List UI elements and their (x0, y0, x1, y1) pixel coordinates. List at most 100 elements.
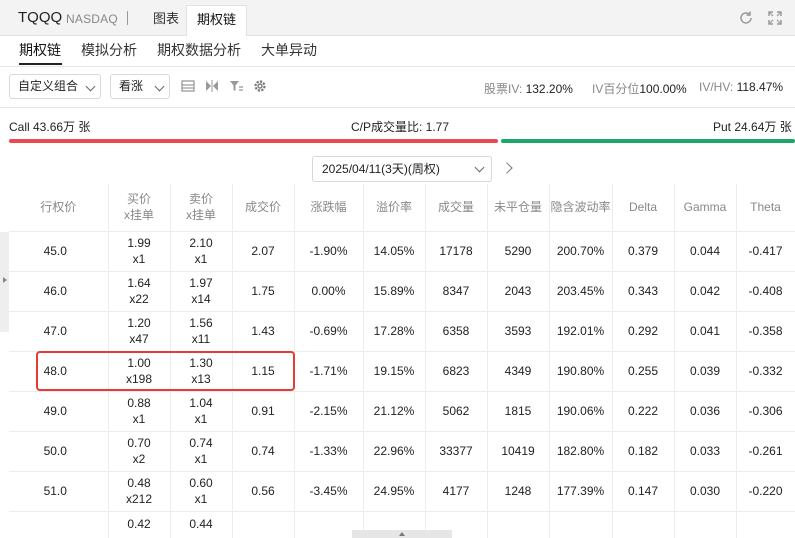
column-header-implied-volatility[interactable]: 隐含波动率 (549, 184, 613, 232)
row-highlight-box (36, 351, 295, 391)
bid-price: 0.70 (127, 436, 151, 450)
chevron-right-icon[interactable] (501, 162, 513, 174)
gamma-cell: 0.033 (674, 431, 737, 472)
direction-dropdown-label: 看涨 (119, 79, 144, 93)
strike-cell: 51.0 (9, 471, 109, 512)
volume-cell: 8347 (425, 271, 488, 312)
subtab-option-data-analysis[interactable]: 期权数据分析 (157, 40, 241, 60)
subtab-simulation[interactable]: 模拟分析 (81, 40, 137, 60)
last-cell: 1.75 (232, 271, 295, 312)
combo-dropdown[interactable]: 自定义组合 (9, 74, 101, 99)
premium-cell: 17.28% (363, 311, 426, 352)
volume-cell: 33377 (425, 431, 488, 472)
ask-size: x11 (191, 332, 211, 346)
oi-cell: 3593 (487, 311, 550, 352)
column-header-strike[interactable]: 行权价 (9, 184, 109, 232)
bid-cell: 0.70 x2 (108, 431, 171, 472)
ask-price: 1.56 (189, 316, 213, 330)
filter-icon[interactable] (228, 78, 244, 94)
table-row[interactable]: 45.0 1.99 x1 2.10 x1 2.07 -1.90% 14.05% 17178 529… (9, 231, 795, 272)
column-header-open-interest[interactable]: 未平仓量 (487, 184, 550, 232)
strike-cell: 50.0 (9, 431, 109, 472)
partial-cell (549, 511, 613, 538)
subtab-divider (0, 66, 795, 67)
ask-size: x1 (194, 452, 208, 466)
bid-size: x47 (129, 332, 149, 346)
strike-cell: 46.0 (9, 271, 109, 312)
last-cell: 0.74 (232, 431, 295, 472)
column-header-bid[interactable]: 买价 x挂单 (108, 184, 171, 232)
iv-percentile-value: 100.00% (639, 82, 687, 96)
column-header-ask[interactable]: 卖价 x挂单 (170, 184, 233, 232)
table-row[interactable]: 47.0 1.20 x47 1.56 x11 1.43 -0.69% 17.28% 6358 35… (9, 311, 795, 352)
ask-cell: 0.60 x1 (170, 471, 233, 512)
bid-price: 1.20 (127, 316, 151, 330)
ask-size: x1 (194, 412, 208, 426)
expiry-date-select[interactable]: 2025/04/11(3天)(周权) (312, 156, 492, 182)
delta-cell: 0.222 (612, 391, 675, 432)
bid-cell: 1.99 x1 (108, 231, 171, 272)
column-header-volume[interactable]: 成交量 (425, 184, 488, 232)
ask-price: 0.60 (189, 476, 213, 490)
ask-cell: 2.10 x1 (170, 231, 233, 272)
strike-cell: 47.0 (9, 311, 109, 352)
column-header-delta[interactable]: Delta (612, 184, 675, 232)
table-row[interactable]: 49.0 0.88 x1 1.04 x1 0.91 -2.15% 21.12% 5062 1815… (9, 391, 795, 432)
refresh-icon[interactable] (737, 9, 755, 27)
ask-price: 1.97 (189, 276, 213, 290)
change-cell: -1.90% (294, 231, 364, 272)
premium-cell: 19.15% (363, 351, 426, 392)
ask-price: 1.04 (189, 396, 213, 410)
column-header-premium[interactable]: 溢价率 (363, 184, 426, 232)
bid-size: x1 (132, 412, 146, 426)
tab-chart[interactable]: 图表 (143, 5, 189, 36)
direction-dropdown[interactable]: 看涨 (110, 74, 170, 99)
premium-cell: 24.95% (363, 471, 426, 512)
oi-cell: 2043 (487, 271, 550, 312)
partial-cell (9, 511, 109, 538)
change-cell: -1.33% (294, 431, 364, 472)
tab-option-chain[interactable]: 期权链 (186, 5, 248, 36)
change-cell: 0.00% (294, 271, 364, 312)
ask-cell: 1.04 x1 (170, 391, 233, 432)
subtab-block-trades[interactable]: 大单异动 (261, 40, 317, 60)
volume-cell: 4177 (425, 471, 488, 512)
oi-cell: 10419 (487, 431, 550, 472)
gamma-cell: 0.044 (674, 231, 737, 272)
column-header-last[interactable]: 成交价 (232, 184, 295, 232)
table-view-icon[interactable] (180, 78, 196, 94)
column-header-theta[interactable]: Theta (736, 184, 795, 232)
theta-cell: -0.358 (736, 311, 795, 352)
last-cell: 0.91 (232, 391, 295, 432)
column-header-gamma[interactable]: Gamma (674, 184, 737, 232)
partial-cell (736, 511, 795, 538)
column-header-change[interactable]: 涨跌幅 (294, 184, 364, 232)
table-row[interactable]: 51.0 0.48 x212 0.60 x1 0.56 -3.45% 24.95% 4177 12… (9, 471, 795, 512)
iv-hv-value: 118.47% (736, 80, 784, 94)
split-view-icon[interactable] (204, 78, 220, 94)
top-bar: TQQQ NASDAQ 图表 期权链 (0, 0, 795, 36)
title-separator (127, 11, 128, 25)
bid-cell: 0.48 x212 (108, 471, 171, 512)
expand-icon[interactable] (766, 9, 784, 27)
change-cell: -3.45% (294, 471, 364, 512)
subtab-option-chain[interactable]: 期权链 (19, 40, 61, 60)
iv-cell: 177.39% (549, 471, 613, 512)
gamma-cell: 0.041 (674, 311, 737, 352)
toolbar-divider (0, 107, 795, 108)
strike-cell: 45.0 (9, 231, 109, 272)
bid-price: 1.99 (127, 236, 151, 250)
table-row[interactable]: 50.0 0.70 x2 0.74 x1 0.74 -1.33% 22.96% 33377 104… (9, 431, 795, 472)
gear-icon[interactable] (252, 78, 268, 94)
bid-price: 1.64 (127, 276, 151, 290)
change-cell: -2.15% (294, 391, 364, 432)
iv-percentile-metric: IV百分位100.00% (592, 80, 687, 97)
strike-cell: 49.0 (9, 391, 109, 432)
volume-cell: 6358 (425, 311, 488, 352)
table-row[interactable]: 46.0 1.64 x22 1.97 x14 1.75 0.00% 15.89% 8347 204… (9, 271, 795, 312)
put-volume-bar (501, 139, 795, 143)
sub-tab-bar: 期权链 模拟分析 期权数据分析 大单异动 (0, 36, 795, 66)
delta-cell: 0.379 (612, 231, 675, 272)
ask-cell: 0.74 x1 (170, 431, 233, 472)
ask-size: x1 (194, 252, 208, 266)
